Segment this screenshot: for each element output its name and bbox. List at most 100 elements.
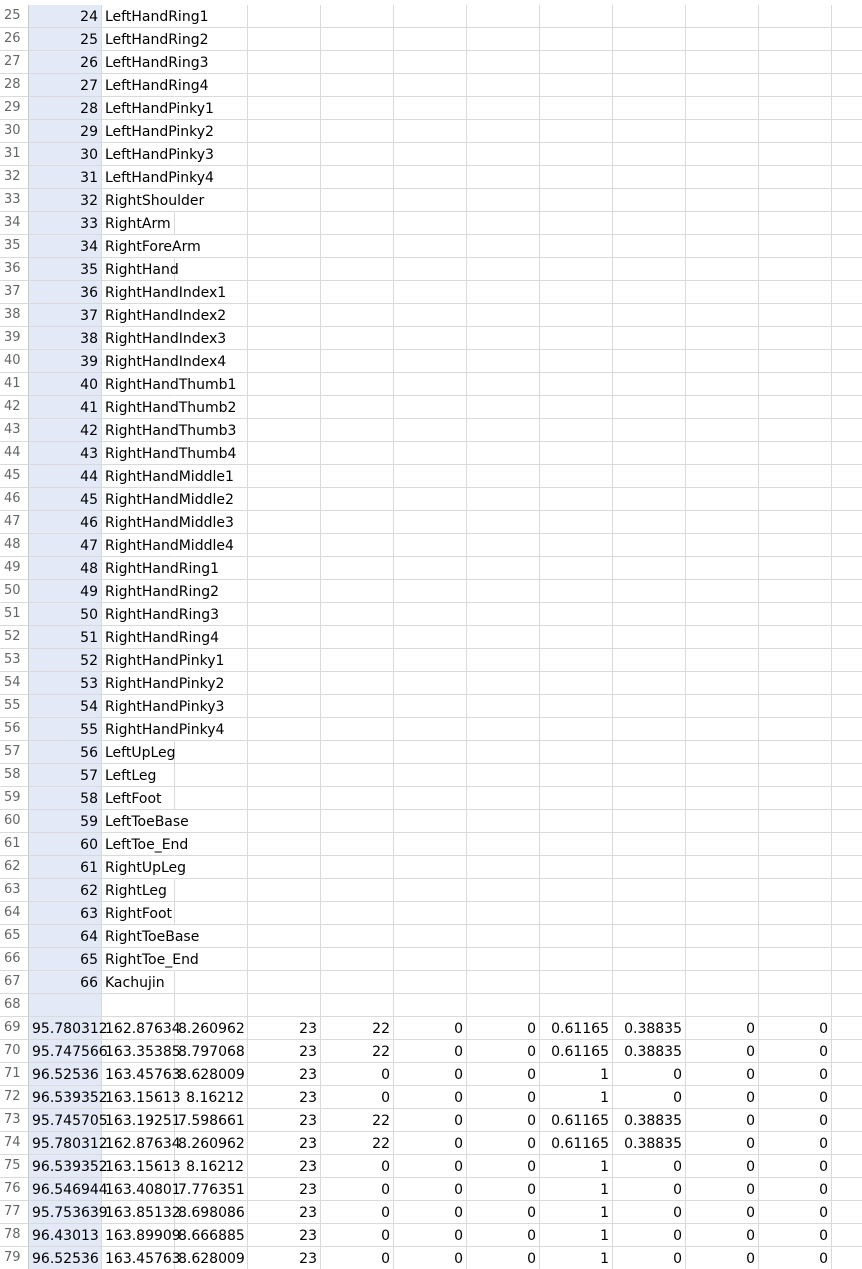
table-cell[interactable] bbox=[394, 5, 467, 28]
table-cell[interactable] bbox=[759, 511, 832, 534]
table-cell[interactable] bbox=[832, 764, 862, 787]
table-cell[interactable]: 0 bbox=[394, 1247, 467, 1269]
table-cell[interactable] bbox=[467, 833, 540, 856]
table-cell[interactable] bbox=[248, 419, 321, 442]
table-cell[interactable] bbox=[832, 373, 862, 396]
table-cell[interactable] bbox=[686, 442, 759, 465]
table-cell[interactable]: RightHandThumb2 bbox=[102, 396, 236, 419]
table-cell[interactable]: RightToe_End bbox=[102, 948, 199, 971]
row-header[interactable]: 70 bbox=[0, 1040, 29, 1063]
table-cell[interactable] bbox=[467, 74, 540, 97]
table-cell[interactable]: 50 bbox=[29, 603, 102, 626]
table-cell[interactable] bbox=[394, 833, 467, 856]
spreadsheet-grid[interactable]: 25 24 LeftHandRing1 26 25 LeftHandRing2 27 26 Le… bbox=[0, 0, 862, 1269]
table-cell[interactable]: LeftHandPinky2 bbox=[102, 120, 214, 143]
table-cell[interactable] bbox=[759, 189, 832, 212]
table-cell[interactable] bbox=[832, 488, 862, 511]
table-cell[interactable] bbox=[832, 833, 862, 856]
table-cell[interactable] bbox=[467, 212, 540, 235]
table-cell[interactable]: 162.87634 bbox=[102, 1017, 181, 1040]
table-cell[interactable]: 0 bbox=[467, 1178, 540, 1201]
table-cell[interactable]: 22 bbox=[321, 1017, 394, 1040]
table-cell[interactable] bbox=[248, 695, 321, 718]
table-cell[interactable] bbox=[321, 511, 394, 534]
table-cell[interactable] bbox=[613, 304, 686, 327]
table-cell[interactable]: RightArm bbox=[102, 212, 175, 235]
row-header[interactable]: 45 bbox=[0, 465, 29, 488]
table-cell[interactable] bbox=[686, 764, 759, 787]
table-cell[interactable] bbox=[321, 442, 394, 465]
table-cell[interactable] bbox=[248, 51, 321, 74]
table-cell[interactable] bbox=[540, 856, 613, 879]
table-cell[interactable]: 0.61165 bbox=[540, 1109, 613, 1132]
table-cell[interactable] bbox=[394, 396, 467, 419]
table-cell[interactable] bbox=[394, 465, 467, 488]
table-cell[interactable] bbox=[613, 97, 686, 120]
table-cell[interactable] bbox=[832, 5, 862, 28]
table-cell[interactable]: 1 bbox=[540, 1201, 613, 1224]
table-cell[interactable]: 55 bbox=[29, 718, 102, 741]
table-cell[interactable] bbox=[613, 925, 686, 948]
table-cell[interactable] bbox=[321, 166, 394, 189]
table-cell[interactable] bbox=[248, 787, 321, 810]
table-cell[interactable]: 0 bbox=[686, 1086, 759, 1109]
table-cell[interactable]: 0 bbox=[686, 1247, 759, 1269]
table-cell[interactable] bbox=[248, 120, 321, 143]
table-cell[interactable] bbox=[832, 396, 862, 419]
table-cell[interactable]: 0 bbox=[467, 1155, 540, 1178]
table-cell[interactable] bbox=[832, 120, 862, 143]
table-cell[interactable] bbox=[686, 787, 759, 810]
row-header[interactable]: 64 bbox=[0, 902, 29, 925]
row-header[interactable]: 57 bbox=[0, 741, 29, 764]
table-cell[interactable] bbox=[248, 373, 321, 396]
table-cell[interactable] bbox=[686, 948, 759, 971]
table-cell[interactable] bbox=[540, 189, 613, 212]
table-cell[interactable]: 0 bbox=[394, 1201, 467, 1224]
table-cell[interactable]: 40 bbox=[29, 373, 102, 396]
table-cell[interactable]: RightHandIndex1 bbox=[102, 281, 226, 304]
table-cell[interactable] bbox=[832, 580, 862, 603]
table-cell[interactable]: 8.260962 bbox=[175, 1017, 248, 1040]
table-cell[interactable]: RightHandRing2 bbox=[102, 580, 219, 603]
table-cell[interactable]: 44 bbox=[29, 465, 102, 488]
row-header[interactable]: 69 bbox=[0, 1017, 29, 1040]
table-cell[interactable] bbox=[759, 741, 832, 764]
table-cell[interactable]: RightHandThumb4 bbox=[102, 442, 236, 465]
table-cell[interactable] bbox=[540, 120, 613, 143]
table-cell[interactable] bbox=[321, 718, 394, 741]
table-cell[interactable] bbox=[832, 511, 862, 534]
table-cell[interactable]: 96.52536 bbox=[29, 1063, 102, 1086]
table-cell[interactable] bbox=[394, 419, 467, 442]
table-cell[interactable]: 163.45763 bbox=[102, 1063, 181, 1086]
table-cell[interactable] bbox=[540, 488, 613, 511]
table-cell[interactable] bbox=[467, 764, 540, 787]
table-cell[interactable] bbox=[467, 166, 540, 189]
table-cell[interactable]: LeftHandRing4 bbox=[102, 74, 209, 97]
table-cell[interactable] bbox=[248, 143, 321, 166]
table-cell[interactable] bbox=[467, 626, 540, 649]
table-cell[interactable] bbox=[686, 396, 759, 419]
row-header[interactable]: 59 bbox=[0, 787, 29, 810]
table-cell[interactable] bbox=[832, 97, 862, 120]
table-cell[interactable] bbox=[686, 166, 759, 189]
table-cell[interactable] bbox=[686, 856, 759, 879]
row-header[interactable]: 42 bbox=[0, 396, 29, 419]
table-cell[interactable] bbox=[686, 304, 759, 327]
table-cell[interactable] bbox=[467, 787, 540, 810]
table-cell[interactable]: 28 bbox=[29, 97, 102, 120]
table-cell[interactable] bbox=[394, 580, 467, 603]
table-cell[interactable] bbox=[540, 235, 613, 258]
table-cell[interactable] bbox=[613, 5, 686, 28]
table-cell[interactable]: 23 bbox=[248, 1063, 321, 1086]
table-cell[interactable]: 62 bbox=[29, 879, 102, 902]
table-cell[interactable] bbox=[613, 810, 686, 833]
table-cell[interactable] bbox=[248, 626, 321, 649]
table-cell[interactable] bbox=[394, 695, 467, 718]
table-cell[interactable] bbox=[394, 741, 467, 764]
table-cell[interactable] bbox=[467, 695, 540, 718]
table-cell[interactable] bbox=[467, 741, 540, 764]
table-cell[interactable]: 0 bbox=[686, 1109, 759, 1132]
table-cell[interactable]: 0 bbox=[467, 1017, 540, 1040]
table-cell[interactable]: RightShoulder bbox=[102, 189, 204, 212]
table-cell[interactable] bbox=[394, 51, 467, 74]
